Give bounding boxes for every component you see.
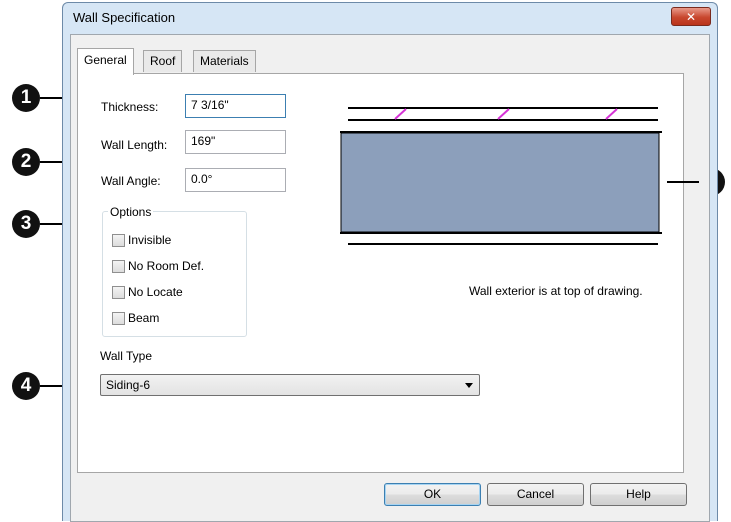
callout-4: 4: [12, 372, 40, 400]
title-bar[interactable]: Wall Specification ✕: [63, 3, 717, 33]
dialog-title: Wall Specification: [73, 10, 176, 25]
wall-type-dropdown[interactable]: Siding-6: [100, 374, 480, 396]
close-icon: ✕: [685, 9, 697, 24]
wall-type-label: Wall Type: [100, 349, 153, 363]
callout-5-leader: [667, 181, 699, 183]
checkbox-label: Beam: [128, 311, 160, 325]
tab-materials[interactable]: Materials: [193, 50, 256, 72]
ok-button[interactable]: OK: [384, 483, 481, 506]
help-button[interactable]: Help: [590, 483, 687, 506]
wall-angle-field[interactable]: 0.0°: [185, 168, 286, 192]
close-button[interactable]: ✕: [671, 7, 711, 26]
callout-1: 1: [12, 84, 40, 112]
siding-hatch: [497, 108, 510, 120]
checkbox-label: No Room Def.: [128, 259, 205, 273]
wall-angle-label: Wall Angle:: [101, 174, 161, 188]
cancel-button[interactable]: Cancel: [487, 483, 584, 506]
siding-hatch: [394, 108, 407, 120]
checkbox-label: Invisible: [128, 233, 172, 247]
tab-general[interactable]: General: [77, 48, 134, 75]
checkbox-box[interactable]: [112, 311, 125, 325]
beam-checkbox[interactable]: Beam: [112, 311, 159, 325]
invisible-checkbox[interactable]: Invisible: [112, 233, 171, 247]
siding-hatch: [605, 108, 618, 120]
checkbox-box[interactable]: [112, 285, 125, 299]
thickness-label: Thickness:: [101, 100, 159, 114]
wall-type-value: Siding-6: [106, 378, 151, 392]
wall-specification-dialog: Wall Specification ✕ General Roof Materi…: [62, 2, 718, 522]
no-room-def-checkbox[interactable]: No Room Def.: [112, 259, 204, 273]
callout-3: 3: [12, 210, 40, 238]
wall-preview-drawing: [340, 107, 662, 245]
checkbox-label: No Locate: [128, 285, 183, 299]
tab-roof[interactable]: Roof: [143, 50, 183, 72]
options-title: Options: [108, 205, 154, 219]
chevron-down-icon: [465, 383, 473, 388]
wall-core: [340, 132, 660, 233]
wall-length-field[interactable]: 169": [185, 130, 286, 154]
exterior-note: Wall exterior is at top of drawing.: [469, 284, 643, 298]
checkbox-box[interactable]: [112, 259, 125, 273]
dialog-client-area: General Roof Materials Thickness: 7 3/16…: [70, 34, 710, 522]
callout-2: 2: [12, 148, 40, 176]
thickness-field[interactable]: 7 3/16": [185, 94, 286, 118]
wall-length-label: Wall Length:: [101, 138, 168, 152]
no-locate-checkbox[interactable]: No Locate: [112, 285, 183, 299]
checkbox-box[interactable]: [112, 233, 125, 247]
general-tab-panel: Thickness: 7 3/16" Wall Length: 169" Wal…: [77, 73, 684, 473]
